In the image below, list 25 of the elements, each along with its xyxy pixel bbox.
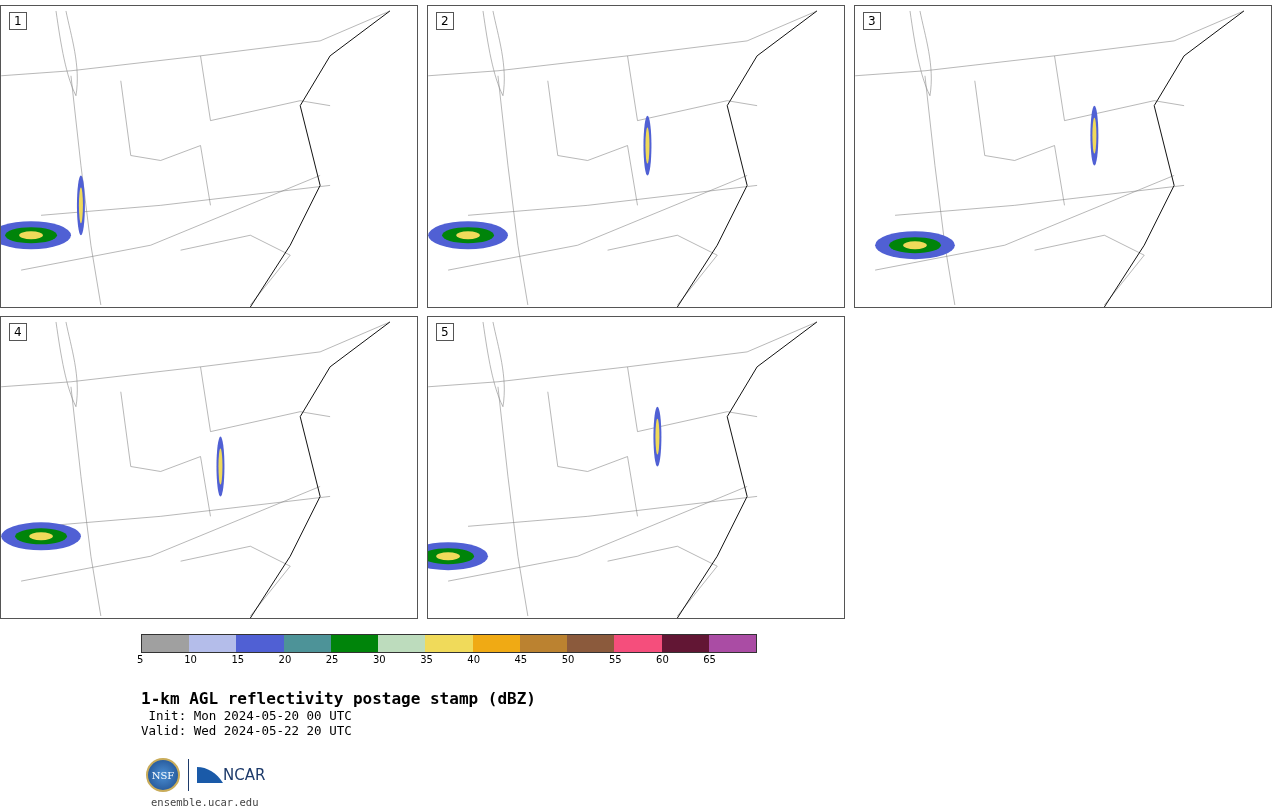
nsf-logo: NSF (146, 758, 180, 792)
tick-label: 45 (514, 653, 529, 667)
tick-label: 65 (703, 653, 717, 667)
tick-label: 15 (231, 653, 246, 667)
panel-number: 3 (863, 12, 881, 30)
tick-label: 25 (325, 653, 340, 667)
website-url: ensemble.ucar.edu (151, 796, 260, 808)
tick-label: 60 (656, 653, 670, 667)
tick-label: 5 (137, 653, 145, 667)
valid-time: Valid: Wed 2024-05-22 20 UTC (141, 723, 353, 738)
panel-number: 5 (436, 323, 454, 341)
tick-label: 55 (608, 653, 623, 667)
panel-number: 1 (9, 12, 27, 30)
panel-number: 2 (436, 12, 454, 30)
swoosh-icon (197, 765, 223, 785)
panel-number: 4 (9, 323, 27, 341)
ncar-logo-text: NCAR (223, 766, 266, 784)
chart-title: 1-km AGL reflectivity postage stamp (dBZ) (141, 689, 537, 708)
init-time: Init: Mon 2024-05-20 00 UTC (147, 708, 353, 723)
tick-label: 50 (561, 653, 576, 667)
tick-label: 35 (420, 653, 434, 667)
tick-label: 40 (467, 653, 482, 667)
tick-label: 20 (278, 653, 293, 667)
tick-label: 30 (372, 653, 387, 667)
tick-label: 10 (184, 653, 198, 667)
